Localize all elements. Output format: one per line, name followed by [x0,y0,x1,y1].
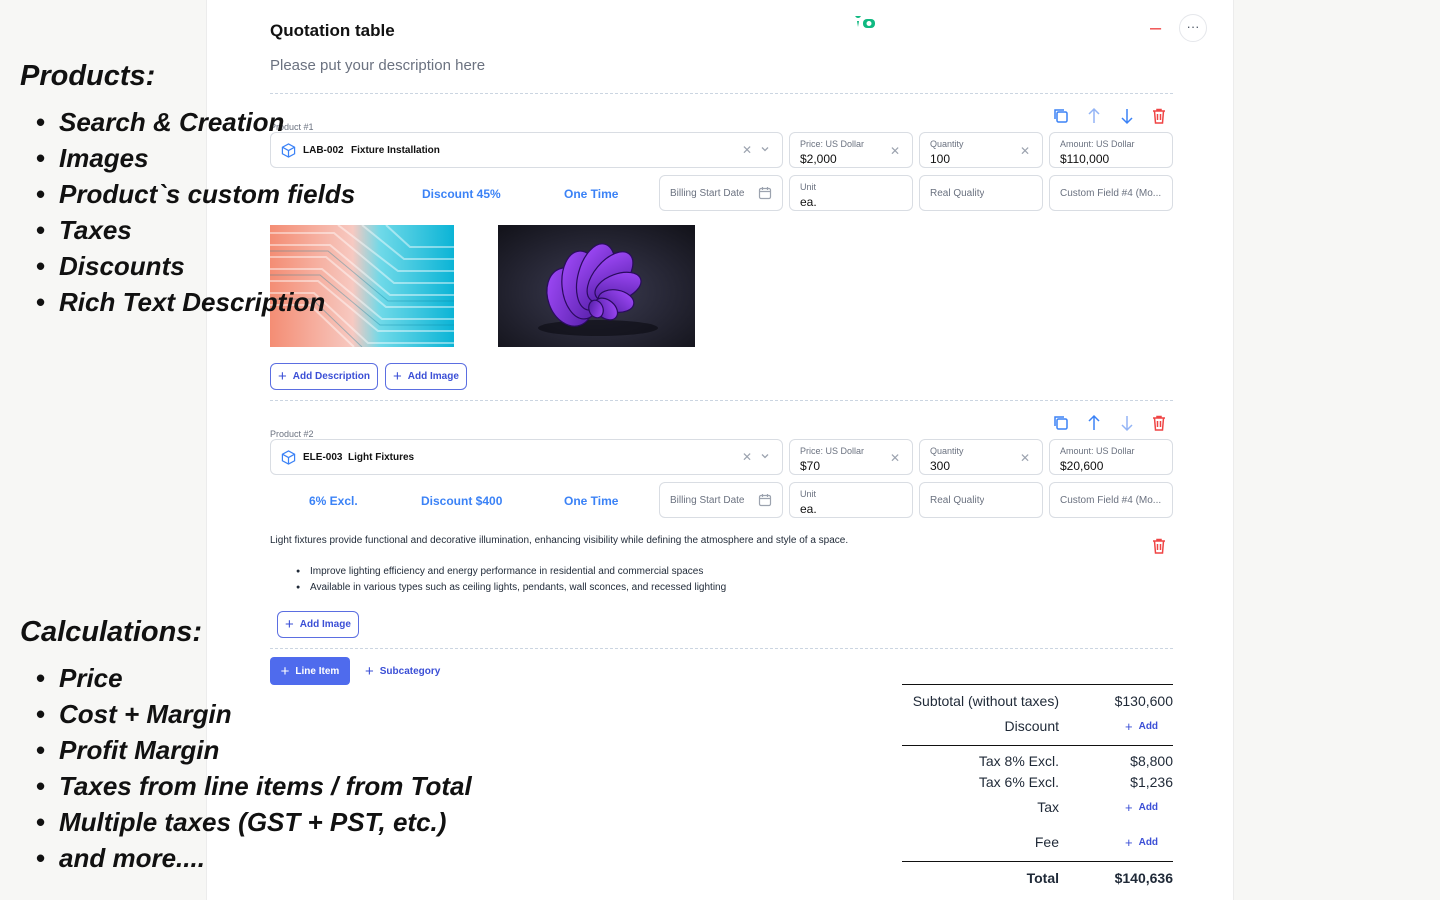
move-down-icon[interactable] [1118,107,1136,125]
rich-text-bullets: Improve lighting efficiency and energy p… [296,564,726,596]
billing-frequency-link[interactable]: One Time [564,494,618,508]
subtotal-label: Subtotal (without taxes) [912,693,1059,709]
collapse-button[interactable]: – [1150,18,1161,38]
price-field[interactable]: Price: US Dollar $70 ✕ [789,439,913,475]
more-options-button[interactable]: ··· [1179,14,1207,42]
add-image-button[interactable]: + Add Image [385,363,467,390]
clear-icon[interactable]: ✕ [890,144,900,158]
custom-field-4[interactable]: Custom Field #4 (Mo... [1049,175,1173,211]
calendar-icon[interactable] [758,493,772,507]
plus-icon: + [1125,719,1133,734]
move-up-icon[interactable] [1085,414,1103,432]
add-line-item-button[interactable]: + Line Item [270,657,350,685]
calculations-heading: Calculations: [20,616,203,648]
plus-icon: + [393,368,402,385]
add-fee-button[interactable]: + Add [1125,836,1158,849]
product-search-field[interactable]: ELE-003 Light Fixtures ✕ [270,439,783,475]
product-image-spiral[interactable] [498,225,695,347]
plus-icon: + [278,368,287,385]
duplicate-icon[interactable] [1052,107,1070,125]
unit-field[interactable]: Unit ea. [789,175,913,211]
custom-field-3[interactable]: Real Quality [919,175,1043,211]
trash-icon[interactable] [1150,414,1168,432]
product-image-gradient[interactable] [270,225,454,347]
custom-field-4[interactable]: Custom Field #4 (Mo... [1049,482,1173,518]
tax-2-label: Tax 6% Excl. [978,774,1059,790]
discount-link[interactable]: Discount $400 [421,494,502,508]
total-value: $140,636 [1114,870,1173,886]
add-description-button[interactable]: + Add Description [270,363,378,390]
clear-icon[interactable]: ✕ [742,450,752,464]
plus-icon: + [280,662,290,680]
billing-frequency-link[interactable]: One Time [564,187,618,201]
add-discount-button[interactable]: + Add [1125,720,1158,733]
product-sku: LAB-002 [303,145,344,156]
cube-icon [281,450,296,465]
amount-field: Amount: US Dollar $20,600 [1049,439,1173,475]
product-sku: ELE-003 [303,452,343,463]
clear-icon[interactable]: ✕ [742,143,752,157]
fee-label: Fee [1034,834,1059,850]
quantity-field[interactable]: Quantity 100 ✕ [919,132,1043,168]
calendar-icon[interactable] [758,186,772,200]
duplicate-icon[interactable] [1052,414,1070,432]
billing-start-date-field[interactable]: Billing Start Date [659,482,783,518]
clear-icon[interactable]: ✕ [1020,144,1030,158]
tax-2-value: $1,236 [1130,774,1173,790]
product-name: Light Fixtures [348,452,415,463]
discount-label: Discount [1004,718,1059,734]
clear-icon[interactable]: ✕ [890,451,900,465]
custom-field-3[interactable]: Real Quality [919,482,1043,518]
plus-icon: + [285,616,294,633]
plus-icon: + [1125,835,1133,850]
trash-icon[interactable] [1150,107,1168,125]
divider [902,861,1173,862]
description-input[interactable]: Please put your description here [270,57,485,74]
quotation-table-title: Quotation table [270,21,395,40]
products-heading: Products: [20,60,156,92]
discount-link[interactable]: Discount 45% [422,187,501,201]
tax-link[interactable]: 6% Excl. [309,494,358,508]
quotation-card: Quotation table Please put your descript… [206,0,1234,900]
product-name: Fixture Installation [351,145,440,156]
product-search-field[interactable]: LAB-002 Fixture Installation ✕ [270,132,783,168]
plus-icon: + [365,662,374,680]
unit-field[interactable]: Unit ea. [789,482,913,518]
chevron-down-icon[interactable] [760,451,770,461]
move-down-icon[interactable] [1118,414,1136,432]
trash-icon[interactable] [1150,537,1168,555]
add-tax-button[interactable]: + Add [1125,801,1158,814]
divider [270,648,1173,649]
divider [270,400,1173,401]
tax-1-value: $8,800 [1130,753,1173,769]
list-item: Available in various types such as ceili… [296,580,726,596]
totals-top-line [902,684,1173,685]
tax-1-label: Tax 8% Excl. [978,753,1059,769]
divider [902,745,1173,746]
add-subcategory-button[interactable]: + Subcategory [365,661,440,681]
billing-start-date-field[interactable]: Billing Start Date [659,175,783,211]
product-label: Product #2 [270,429,314,439]
total-label: Total [1026,870,1059,886]
subtotal-value: $130,600 [1114,693,1173,709]
add-image-button[interactable]: + Add Image [277,611,359,638]
cube-icon [281,143,296,158]
status-icon [855,16,875,28]
divider [270,93,1173,94]
product-label: Product #1 [270,122,314,132]
clear-icon[interactable]: ✕ [1020,451,1030,465]
price-field[interactable]: Price: US Dollar $2,000 ✕ [789,132,913,168]
quantity-field[interactable]: Quantity 300 ✕ [919,439,1043,475]
tax-label: Tax [1037,799,1059,815]
plus-icon: + [1125,800,1133,815]
chevron-down-icon[interactable] [760,144,770,154]
list-item: Improve lighting efficiency and energy p… [296,564,726,580]
rich-text-description[interactable]: Light fixtures provide functional and de… [270,535,848,546]
amount-field: Amount: US Dollar $110,000 [1049,132,1173,168]
move-up-icon[interactable] [1085,107,1103,125]
